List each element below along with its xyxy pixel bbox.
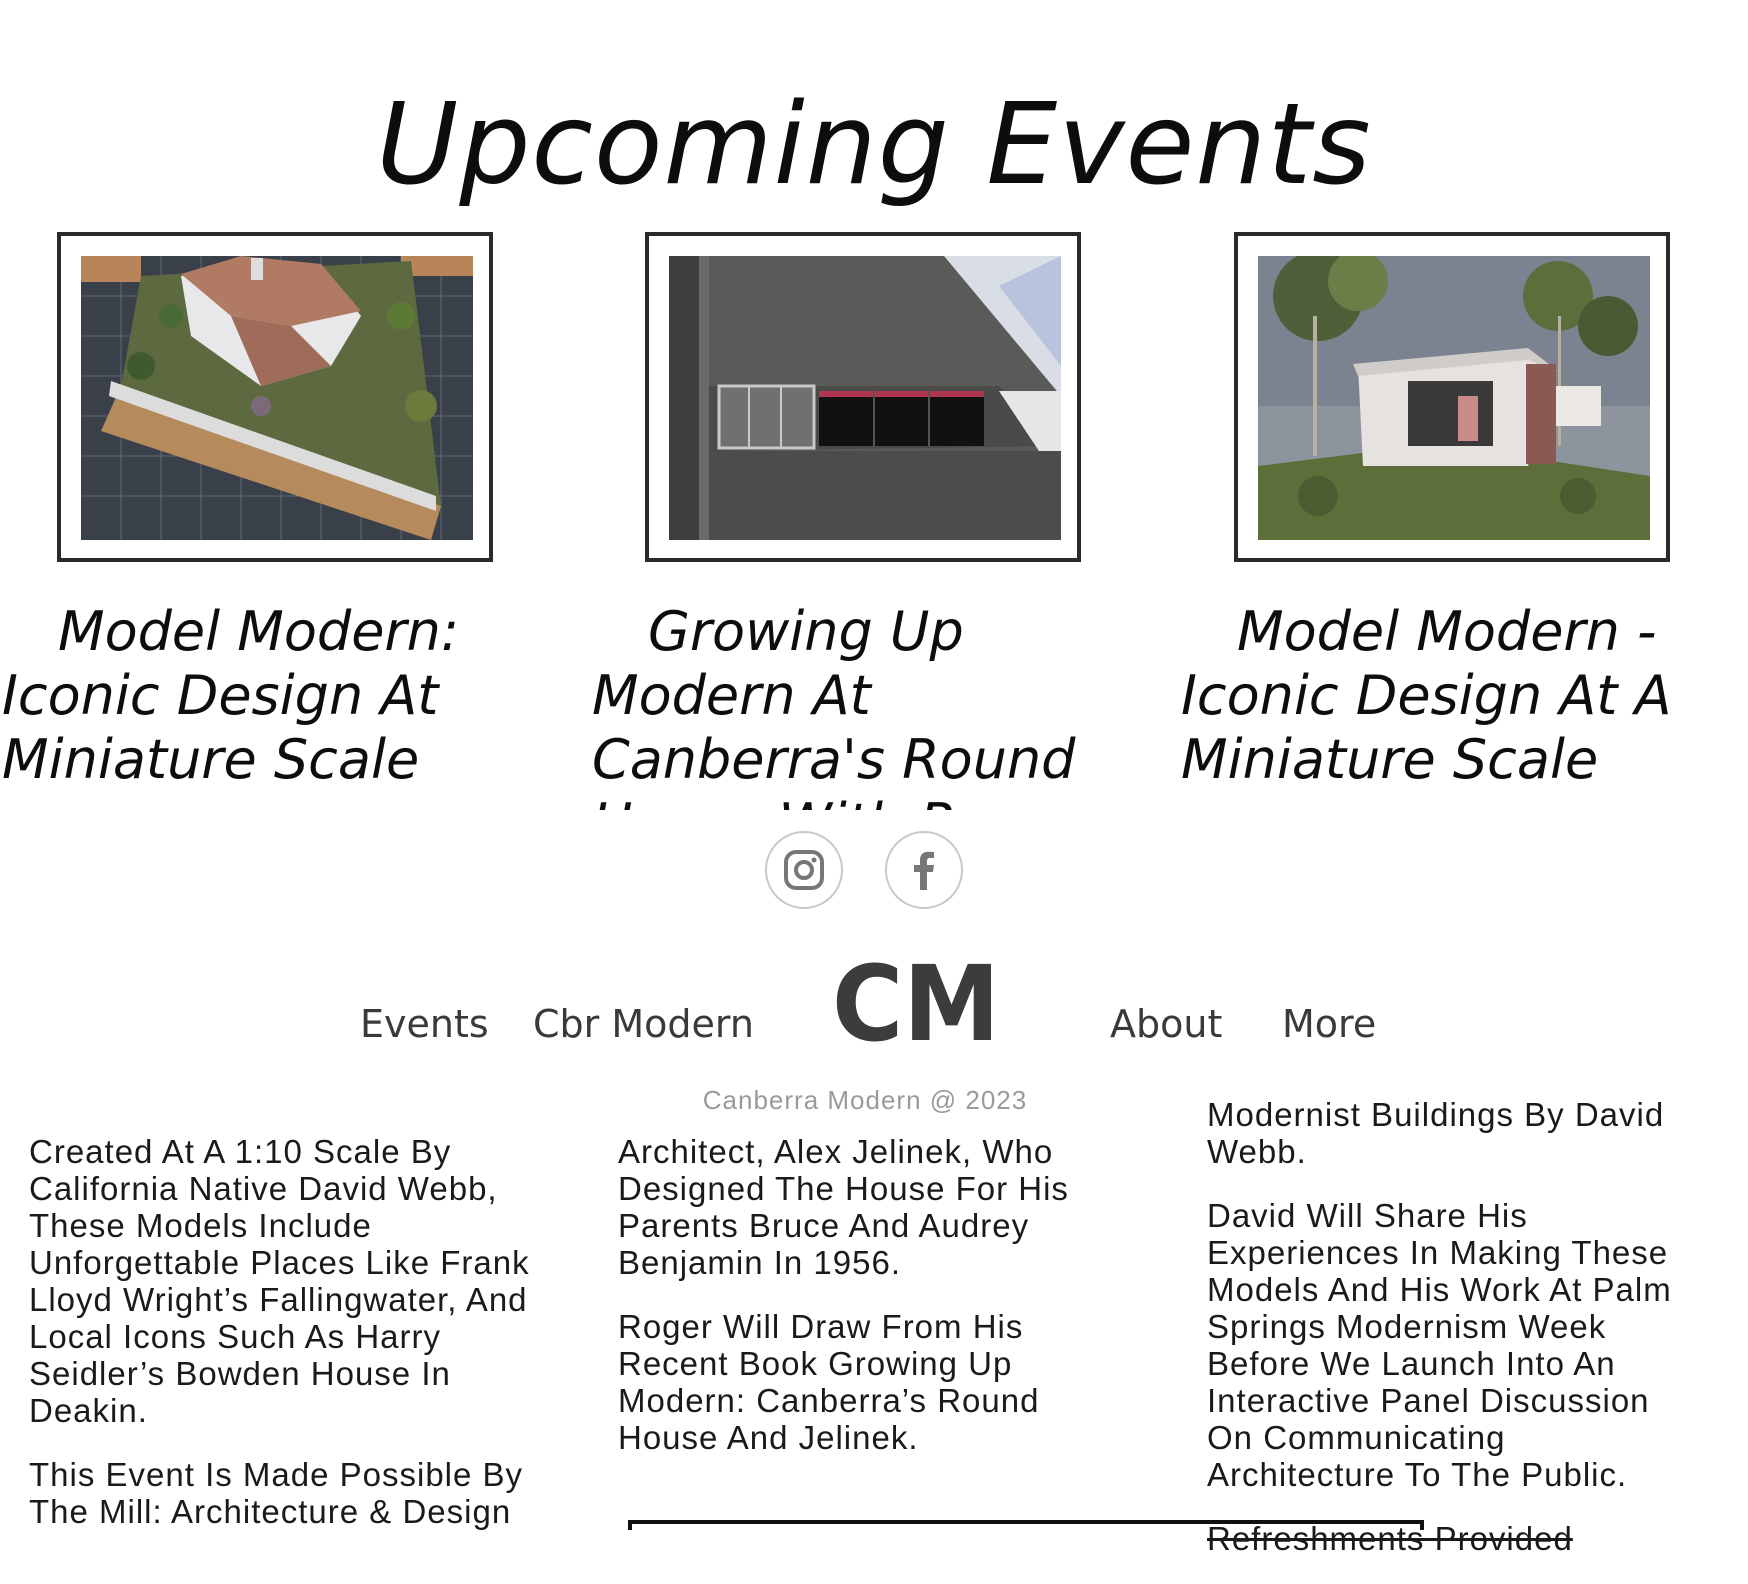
description-paragraph: Architect, Alex Jelinek, Who Designed Th…: [618, 1133, 1069, 1281]
description-paragraph: Modernist Buildings By David Webb.: [1207, 1096, 1665, 1170]
modernist-house-image: [1258, 256, 1650, 540]
button-outline[interactable]: [628, 1520, 1424, 1530]
description-paragraph: Created At A 1:10 Scale By California Na…: [29, 1133, 530, 1429]
facebook-icon: [914, 851, 934, 890]
round-house-image: [669, 256, 1061, 540]
instagram-link[interactable]: [765, 831, 843, 909]
instagram-icon: [784, 850, 824, 890]
facebook-link[interactable]: [885, 831, 963, 909]
event-card-image-3[interactable]: [1234, 232, 1670, 562]
nav-events[interactable]: Events: [360, 1000, 489, 1048]
event-description-1: Created At A 1:10 Scale By California Na…: [29, 1133, 549, 1557]
event-card-image-1[interactable]: [57, 232, 493, 562]
house-model-image: [81, 256, 473, 540]
page-title: Upcoming Events: [376, 80, 1372, 211]
event-card-image-2[interactable]: [645, 232, 1081, 562]
nav-cbr-modern[interactable]: Cbr Modern: [533, 1000, 754, 1048]
nav-more[interactable]: More: [1282, 1000, 1376, 1048]
event-title-2[interactable]: Growing Up Modern At Canberra's Round Ho…: [592, 600, 1152, 810]
event-title-1[interactable]: Model Modern: Iconic Design At Miniature…: [2, 600, 562, 810]
nav-about[interactable]: About: [1110, 1000, 1222, 1048]
event-title-3[interactable]: Model Modern - Iconic Design At A Miniat…: [1181, 600, 1741, 810]
canberra-modern-logo[interactable]: CM: [832, 943, 1000, 1065]
logo-text: CM: [832, 960, 1000, 1044]
description-paragraph: Roger Will Draw From His Recent Book Gro…: [618, 1308, 1040, 1456]
event-description-2: Architect, Alex Jelinek, Who Designed Th…: [618, 1133, 1138, 1483]
description-paragraph: This Event Is Made Possible By The Mill:…: [29, 1456, 524, 1530]
description-paragraph: David Will Share His Experiences In Maki…: [1207, 1197, 1672, 1493]
event-description-3: Modernist Buildings By David Webb. David…: [1207, 1096, 1697, 1584]
